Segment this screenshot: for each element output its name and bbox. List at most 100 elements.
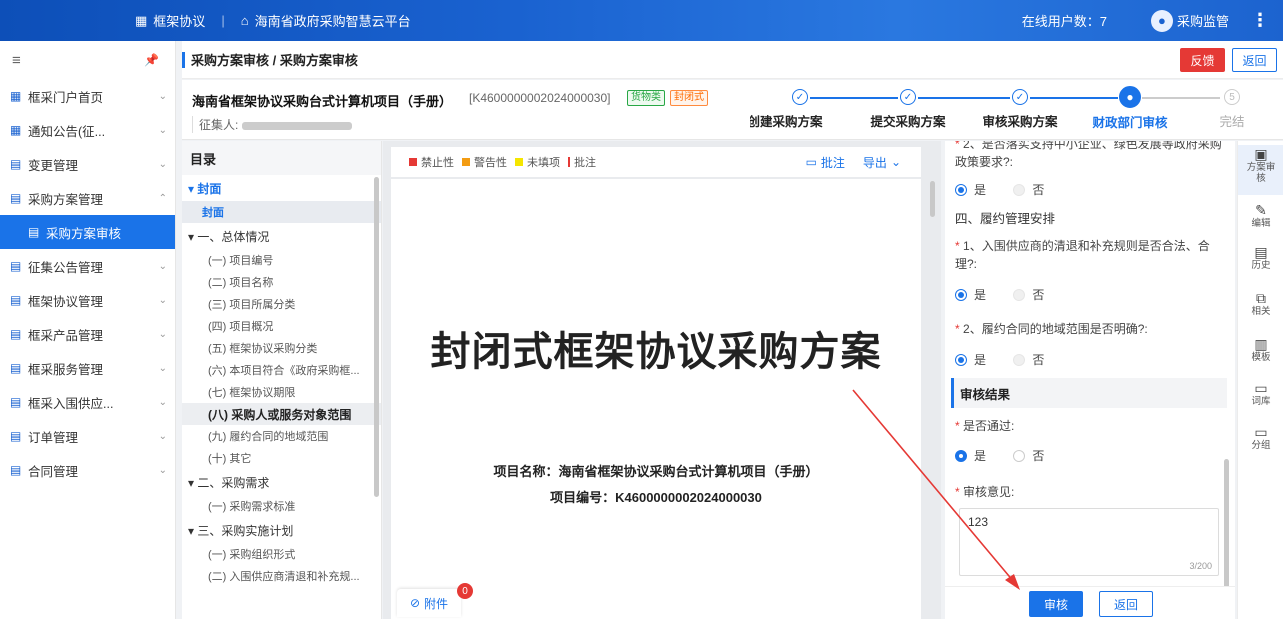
toc-item[interactable]: (二) 入围供应商清退和补充规... [182,565,381,587]
chevron-down-icon: ⌄ [158,158,167,170]
radio-yes[interactable]: 是 [955,181,986,198]
tool-edit[interactable]: ✎ 编辑 [1238,203,1283,229]
template-icon: ▥ [1254,336,1268,352]
question-text: 1、入围供应商的清退和补充规则是否合法、合理?: [955,239,1210,271]
radio-no[interactable]: 否 [1013,351,1044,368]
avatar[interactable]: ● [1150,9,1173,32]
radio-yes[interactable]: 是 [955,351,986,368]
radio-circle [1013,288,1026,301]
related-icon: ⧉ [1256,290,1266,306]
feedback-button[interactable]: 反馈 [1180,48,1225,72]
sidebar-item-plan-review[interactable]: ▤ 采购方案审核 [0,215,175,249]
opinion-value: 123 [968,515,989,529]
toc-item[interactable]: ▾ 二、采购需求 [182,469,381,495]
toc-item[interactable]: ▾ 封面 [182,175,381,201]
toc-item[interactable]: (五) 框架协议采购分类 [182,337,381,359]
sidebar-item-product[interactable]: ▤ 框采产品管理 ⌄ [0,317,175,351]
tool-history[interactable]: ▤ 历史 [1238,245,1283,271]
collector-label: 征集人: [199,118,239,132]
right-toolbar: ▣ 方案审核 ✎ 编辑 ▤ 历史 ⧉ 相关 ▥ 模板 ▭ 词库 ▭ 分组 [1237,141,1283,619]
table-of-contents: 目录 ▾ 封面 封面 ▾ 一、总体情况 (一) 项目编号 (二) 项目名称 (三… [182,141,382,619]
tool-label: 词库 [1251,396,1271,407]
project-title: 海南省框架协议采购台式计算机项目（手册） [192,94,453,109]
divider: | [221,13,225,28]
toc-item[interactable]: (六) 本项目符合《政府采购框... [182,359,381,381]
tool-label: 方案审核 [1246,162,1276,184]
sidebar-item-order[interactable]: ▤ 订单管理 ⌄ [0,419,175,453]
radio-no[interactable]: 否 [1013,181,1044,198]
review-panel: * 2、是否落实支持中小企业、绿色发展等政府采购政策要求?: 是 否 四、履约管… [945,141,1235,619]
step-submit: ✓ 提交采购方案 [858,85,958,130]
step-label: 完结 [1219,115,1245,129]
opinion-textarea[interactable]: 123 3/200 [959,508,1219,576]
project-header: 海南省框架协议采购台式计算机项目（手册） [K46000000020240000… [182,80,1283,140]
toc-item[interactable]: (一) 采购需求标准 [182,495,381,517]
platform-name[interactable]: 海南省政府采购智慧云平台 [255,11,411,30]
sidebar-item-portal[interactable]: ▦ 框采门户首页 ⌄ [0,79,175,113]
sidebar-item-plan-management[interactable]: ▤ 采购方案管理 ⌃ [0,181,175,215]
radio-pass-no[interactable]: 否 [1013,447,1044,464]
user-name[interactable]: 采购监管 [1177,11,1229,30]
question-clearing-rules: * 1、入围供应商的清退和补充规则是否合法、合理?: [955,237,1215,273]
toc-item[interactable]: (三) 项目所属分类 [182,293,381,315]
sidebar-item-service[interactable]: ▤ 框采服务管理 ⌄ [0,351,175,385]
chevron-down-icon: ⌄ [158,464,167,476]
sidebar-item-collection[interactable]: ▤ 征集公告管理 ⌄ [0,249,175,283]
toc-item[interactable]: (一) 采购组织形式 [182,543,381,565]
tool-label: 历史 [1251,260,1271,271]
grid-icon: ▦ [135,12,148,28]
tool-template[interactable]: ▥ 模板 [1238,336,1283,363]
sidebar-item-notice[interactable]: ▦ 通知公告(征... ⌄ [0,113,175,147]
redacted-value [242,121,353,130]
toc-item[interactable]: (二) 项目名称 [182,271,381,293]
collector-field: 征集人: [192,116,353,133]
toc-item[interactable]: ▾ 一、总体情况 [182,223,381,249]
tool-related[interactable]: ⧉ 相关 [1238,290,1283,317]
radio-yes[interactable]: 是 [955,286,986,303]
sidebar-header: ≡ 📌 [0,41,175,79]
return-button[interactable]: 返回 [1099,591,1153,617]
more-icon[interactable]: ⋮ [1251,10,1269,31]
radio-label: 否 [1032,288,1045,302]
sidebar-item-change[interactable]: ▤ 变更管理 ⌄ [0,147,175,181]
sidebar-item-agreement[interactable]: ▤ 框架协议管理 ⌄ [0,283,175,317]
pin-icon[interactable]: 📌 [144,53,159,67]
document-actions: ▭ 批注 导出 ⌄ [806,147,901,177]
toc-item[interactable]: (十) 其它 [182,447,381,469]
app-name[interactable]: 框架协议 [153,11,205,30]
document-page: 封闭式框架协议采购方案 项目名称：海南省框架协议采购台式计算机项目（手册） 项目… [391,179,921,619]
paperclip-icon: ⊘ [409,596,421,610]
back-button[interactable]: 返回 [1232,48,1277,72]
step-create: ✓ 创建采购方案 [750,85,850,130]
attachment-button[interactable]: ⊘ 附件 [397,589,461,617]
question-text: 2、是否落实支持中小企业、绿色发展等政府采购政策要求?: [955,141,1222,169]
scrollbar[interactable] [930,181,935,217]
radio-pass-yes[interactable]: 是 [955,447,986,464]
toc-item[interactable]: 封面 [182,201,381,223]
legend-comment: 批注 [568,154,596,170]
toc-item[interactable]: ▾ 三、采购实施计划 [182,517,381,543]
toc-item[interactable]: (七) 框架协议期限 [182,381,381,403]
comment-button[interactable]: 批注 [821,154,845,171]
required-marker: * [955,322,960,336]
scrollbar[interactable] [374,177,379,497]
breadcrumb: 采购方案审核 / 采购方案审核 [191,53,358,68]
legend-warning: 警告性 [462,154,507,170]
radio-no[interactable]: 否 [1013,286,1044,303]
sidebar: ≡ 📌 ▦ 框采门户首页 ⌄ ▦ 通知公告(征... ⌄ ▤ 变更管理 ⌄ ▤ 采购方案管理 ⌃… [0,41,176,619]
tool-group[interactable]: ▭ 分组 [1238,425,1283,451]
toc-item[interactable]: (九) 履约合同的地域范围 [182,425,381,447]
toc-item[interactable]: (一) 项目编号 [182,249,381,271]
char-counter: 3/200 [1189,561,1212,571]
sidebar-item-supplier[interactable]: ▤ 框采入围供应... ⌄ [0,385,175,419]
audit-button[interactable]: 审核 [1029,591,1083,617]
toc-item[interactable]: (八) 采购人或服务对象范围 [182,403,381,425]
export-button[interactable]: 导出 [863,154,887,171]
tool-plan-review[interactable]: ▣ 方案审核 [1238,145,1283,195]
tool-lexicon[interactable]: ▭ 词库 [1238,381,1283,407]
menu-icon[interactable]: ≡ [12,52,21,69]
sidebar-item-contract[interactable]: ▤ 合同管理 ⌄ [0,453,175,487]
step-review: ✓ 审核采购方案 [970,85,1070,130]
review-icon: ▣ [1254,146,1268,162]
toc-item[interactable]: (四) 项目概况 [182,315,381,337]
